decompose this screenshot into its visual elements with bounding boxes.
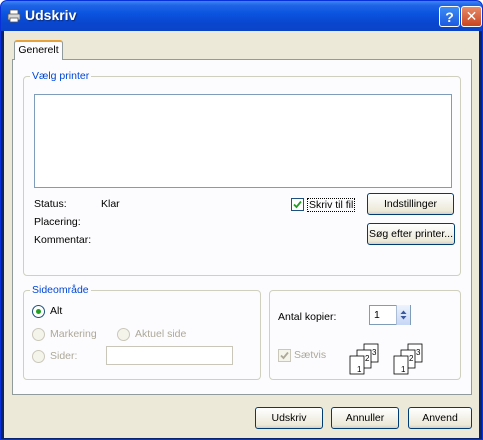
checkmark-icon bbox=[280, 351, 289, 360]
settings-button-label: Indstillinger bbox=[383, 198, 438, 210]
find-printer-button[interactable]: Søg efter printer... bbox=[367, 223, 455, 245]
print-to-file-label[interactable]: Skriv til fil bbox=[307, 198, 356, 212]
copies-spin-buttons[interactable] bbox=[396, 305, 410, 325]
range-all-radio[interactable] bbox=[32, 305, 45, 318]
copies-label: Antal kopier: bbox=[278, 311, 337, 323]
collate-checkbox[interactable] bbox=[278, 349, 291, 362]
find-printer-button-label: Søg efter printer... bbox=[368, 228, 454, 240]
range-all-label: Alt bbox=[50, 305, 63, 317]
page-range-group-title: Sideområde bbox=[30, 284, 91, 296]
collate-pages-icon: 3 2 1 bbox=[349, 343, 379, 375]
print-dialog-window: Udskriv ? ✕ Generelt Vælg printer Status… bbox=[0, 0, 483, 440]
help-button[interactable]: ? bbox=[439, 6, 460, 27]
close-icon: ✕ bbox=[465, 8, 478, 24]
range-pages-label: Sider: bbox=[50, 350, 78, 362]
status-value: Klar bbox=[101, 198, 120, 210]
status-label: Status: bbox=[34, 198, 67, 210]
svg-text:1: 1 bbox=[401, 365, 406, 374]
copies-value: 1 bbox=[374, 309, 380, 321]
settings-button[interactable]: Indstillinger bbox=[367, 193, 454, 215]
spin-arrows-icon bbox=[400, 310, 407, 320]
radio-selected-dot bbox=[36, 309, 41, 314]
uncollated-pages-icon: 3 2 1 bbox=[393, 343, 423, 375]
collate-label: Sætvis bbox=[294, 349, 327, 361]
pages-input[interactable] bbox=[106, 346, 233, 365]
svg-text:3: 3 bbox=[372, 348, 377, 357]
copies-group: Antal kopier: 1 Sætvis 3 2 1 3 2 1 bbox=[269, 290, 461, 380]
checkmark-icon bbox=[293, 200, 302, 209]
range-current-page-label: Aktuel side bbox=[135, 328, 187, 340]
svg-text:2: 2 bbox=[365, 354, 370, 363]
range-current-page-radio[interactable] bbox=[117, 328, 130, 341]
range-selection-radio[interactable] bbox=[32, 328, 45, 341]
select-printer-group-title: Vælg printer bbox=[30, 70, 92, 82]
apply-button[interactable]: Anvend bbox=[408, 407, 472, 429]
tab-general[interactable]: Generelt bbox=[14, 40, 63, 60]
page-range-group: Sideområde Alt Markering Aktuel side Sid… bbox=[23, 284, 261, 380]
cancel-button-label: Annuller bbox=[345, 412, 385, 424]
range-selection-label: Markering bbox=[50, 328, 97, 340]
help-icon: ? bbox=[445, 8, 454, 25]
svg-text:1: 1 bbox=[357, 365, 362, 374]
close-button[interactable]: ✕ bbox=[461, 6, 482, 27]
dialog-client-area: Generelt Vælg printer Status: Klar Place… bbox=[4, 31, 479, 438]
location-label: Placering: bbox=[34, 216, 81, 228]
svg-text:3: 3 bbox=[416, 348, 421, 357]
printer-list[interactable] bbox=[34, 94, 452, 188]
print-button[interactable]: Udskriv bbox=[255, 407, 323, 429]
print-button-label: Udskriv bbox=[271, 412, 307, 424]
tab-general-label: Generelt bbox=[18, 44, 59, 56]
apply-button-label: Anvend bbox=[422, 412, 458, 424]
title-bar[interactable]: Udskriv ? ✕ bbox=[1, 1, 482, 31]
tab-panel-general: Vælg printer Status: Klar Placering: Kom… bbox=[12, 59, 472, 395]
range-pages-radio[interactable] bbox=[32, 350, 45, 363]
print-to-file-checkbox[interactable] bbox=[291, 198, 304, 211]
cancel-button[interactable]: Annuller bbox=[331, 407, 399, 429]
comment-label: Kommentar: bbox=[34, 234, 92, 246]
select-printer-group: Vælg printer Status: Klar Placering: Kom… bbox=[23, 70, 461, 276]
printer-icon bbox=[7, 9, 21, 23]
window-title: Udskriv bbox=[25, 7, 77, 23]
svg-text:2: 2 bbox=[409, 354, 414, 363]
copies-spinner[interactable]: 1 bbox=[369, 305, 411, 325]
